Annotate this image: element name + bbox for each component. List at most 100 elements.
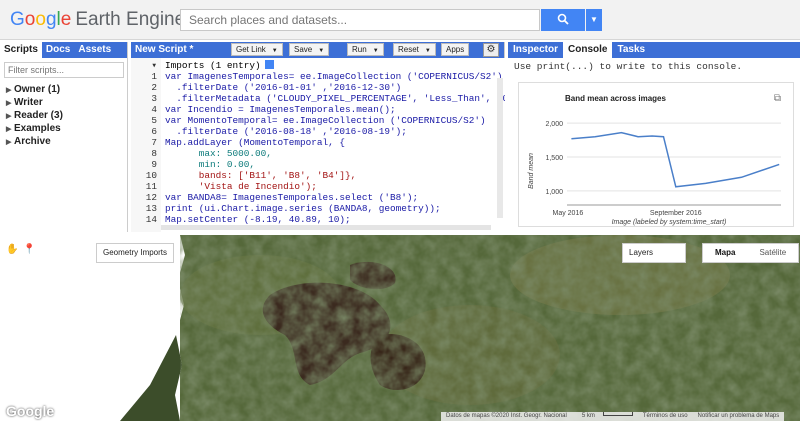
tab-console[interactable]: Console	[563, 42, 613, 58]
triangle-down-icon: ▼	[271, 48, 278, 54]
map-type-toggle: Mapa Satélite	[702, 243, 800, 263]
y-tick-label: 1,000	[545, 189, 563, 196]
code-line: 10 bands: ['B11', 'B8', 'B4']},	[145, 170, 357, 181]
console-hint: Use print(...) to write to this console.	[514, 61, 743, 72]
marker-icon[interactable]: 📍	[23, 243, 36, 256]
map-canvas[interactable]: ✋ 📍 ∿ ⬠ ▭ Geometry Imports Layers Mapa S…	[0, 235, 800, 421]
hand-icon[interactable]: ✋	[6, 243, 19, 256]
zoom-out-button[interactable]: −	[6, 289, 28, 311]
code-line: 3 .filterMetadata ('CLOUDY_PIXEL_PERCENT…	[131, 93, 505, 104]
attribution-text: Datos de mapas ©2020 Inst. Geogr. Nacion…	[446, 413, 567, 419]
imports-line[interactable]: ▾ Imports (1 entry)	[131, 60, 274, 71]
triangle-down-icon: ▼	[424, 48, 431, 54]
x-tick-label: May 2016	[553, 210, 584, 217]
polyline-icon[interactable]: ∿	[40, 243, 53, 256]
earth-engine-logo[interactable]: Google Earth Engine	[10, 9, 185, 31]
code-line: 6 .filterDate ('2016-08-18' ,'2016-08-19…	[151, 126, 407, 137]
button-label: Reset	[398, 45, 419, 54]
apps-button[interactable]: Apps	[441, 43, 470, 56]
imports-table-icon[interactable]	[264, 60, 274, 69]
code-line: 5 var MomentoTemporal= ee.ImageCollection…	[151, 115, 486, 126]
scripts-tree: ▶ Owner (1) ▶ Writer ▶ Reader (3) ▶ Examples…	[6, 84, 63, 149]
layers-button[interactable]: Layers	[622, 243, 686, 263]
x-tick-label: September 2016	[650, 210, 702, 217]
tab-inspector[interactable]: Inspector	[508, 42, 563, 58]
google-logo: Google	[6, 403, 55, 419]
code-text: print (ui.Chart.image.series (BANDA8, ge…	[165, 203, 441, 214]
tab-scripts[interactable]: Scripts	[0, 42, 42, 58]
code-text: max: 5000.00,	[165, 148, 272, 159]
tree-item-label: Reader (3)	[14, 110, 63, 121]
right-tab-bar: Inspector Console Tasks	[508, 42, 800, 58]
tab-assets[interactable]: Assets	[74, 42, 115, 58]
line-number: ▾	[151, 60, 157, 71]
tree-item-examples[interactable]: ▶ Examples	[6, 123, 63, 136]
tab-docs[interactable]: Docs	[42, 42, 74, 58]
code-text: 'Vista de Incendio');	[165, 181, 317, 192]
chart-y-axis-label: Band mean	[528, 153, 535, 189]
map-type-satellite[interactable]: Satélite	[747, 244, 798, 262]
search-dropdown-button[interactable]: ▼	[586, 9, 602, 31]
console-panel: Inspector Console Tasks Use print(...) t…	[508, 42, 800, 232]
gear-icon[interactable]: ⚙	[483, 43, 499, 57]
map-attribution: Datos de mapas ©2020 Inst. Geogr. Nacion…	[441, 412, 785, 421]
button-label: Run	[352, 45, 367, 54]
tree-item-archive[interactable]: ▶ Archive	[6, 136, 63, 149]
button-label: Save	[294, 45, 313, 54]
logo-letter: g	[45, 9, 57, 30]
logo-letter: o	[35, 9, 46, 30]
vertical-scrollbar[interactable]	[497, 78, 503, 218]
tree-item-reader[interactable]: ▶ Reader (3)	[6, 110, 63, 123]
search-input[interactable]	[180, 9, 540, 31]
code-text: Map.addLayer (MomentoTemporal, {	[165, 137, 346, 148]
logo-letter: o	[24, 9, 36, 30]
rectangle-icon[interactable]: ▭	[74, 243, 87, 256]
terms-link[interactable]: Términos de uso	[638, 412, 693, 421]
logo-letter: e	[60, 9, 72, 30]
y-tick-label: 2,000	[545, 121, 563, 128]
tree-item-label: Examples	[14, 123, 61, 134]
zoom-control: + −	[6, 267, 28, 311]
reset-button[interactable]: Reset ▼	[393, 43, 436, 56]
tree-item-writer[interactable]: ▶ Writer	[6, 97, 63, 110]
code-text: Map.setCenter (-8.19, 40.89, 10);	[165, 214, 351, 225]
code-text: .filterDate ('2016-01-01' ,'2016-12-30')	[165, 82, 402, 93]
caret-right-icon: ▶	[6, 87, 12, 94]
report-problem-link[interactable]: Notificar un problema de Maps	[693, 412, 785, 421]
run-button[interactable]: Run ▼	[347, 43, 384, 56]
chart-x-ticks: May 2016 September 2016	[553, 210, 702, 217]
polygon-icon[interactable]: ⬠	[57, 243, 70, 256]
tree-item-owner[interactable]: ▶ Owner (1)	[6, 84, 63, 97]
editor-toolbar: New Script * Get Link ▼ Save ▼ Run ▼ Reset ▼…	[131, 42, 504, 58]
save-button[interactable]: Save ▼	[289, 43, 330, 56]
code-line: 4 var Incendio = ImagenesTemporales.mean(…	[151, 104, 396, 115]
chart-y-ticks: 1,000 1,500 2,000	[545, 121, 563, 196]
expand-chart-icon[interactable]: ⧉	[774, 93, 781, 104]
search-button[interactable]	[541, 9, 585, 31]
map-type-map[interactable]: Mapa	[703, 244, 747, 262]
header-bar: GoogleEarth Engine ▼	[0, 0, 800, 40]
geometry-imports-button[interactable]: Geometry Imports	[96, 243, 175, 263]
y-tick-label: 1,500	[545, 155, 563, 162]
code-line: 14 Map.setCenter (-8.19, 40.89, 10);	[145, 214, 351, 225]
code-editor[interactable]: ▾ Imports (1 entry) 1 var ImagenesTemporal…	[131, 58, 505, 232]
tree-item-label: Archive	[14, 136, 51, 147]
horizontal-scrollbar[interactable]	[161, 225, 491, 230]
triangle-down-icon: ▼	[372, 48, 379, 54]
code-text: .filterMetadata ('CLOUDY_PIXEL_PERCENTAG…	[165, 93, 505, 104]
imports-label: Imports (1 entry)	[165, 60, 261, 71]
zoom-in-button[interactable]: +	[6, 267, 28, 289]
chart-title: Band mean across images	[565, 94, 666, 103]
tree-item-label: Owner (1)	[14, 84, 61, 95]
caret-right-icon: ▶	[6, 126, 12, 133]
tree-item-label: Writer	[14, 97, 43, 108]
filter-scripts-input[interactable]	[4, 62, 124, 78]
left-tab-bar: Scripts Docs Assets	[0, 42, 127, 58]
script-title[interactable]: New Script *	[135, 44, 193, 55]
tab-tasks[interactable]: Tasks	[612, 42, 650, 58]
band-mean-chart[interactable]: Band mean across images Band mean Image …	[519, 83, 795, 228]
code-editor-panel: New Script * Get Link ▼ Save ▼ Run ▼ Reset ▼…	[131, 42, 505, 232]
logo-product-name: Earth Engine	[75, 9, 186, 30]
logo-letter: G	[10, 9, 25, 30]
get-link-button[interactable]: Get Link ▼	[231, 43, 283, 56]
